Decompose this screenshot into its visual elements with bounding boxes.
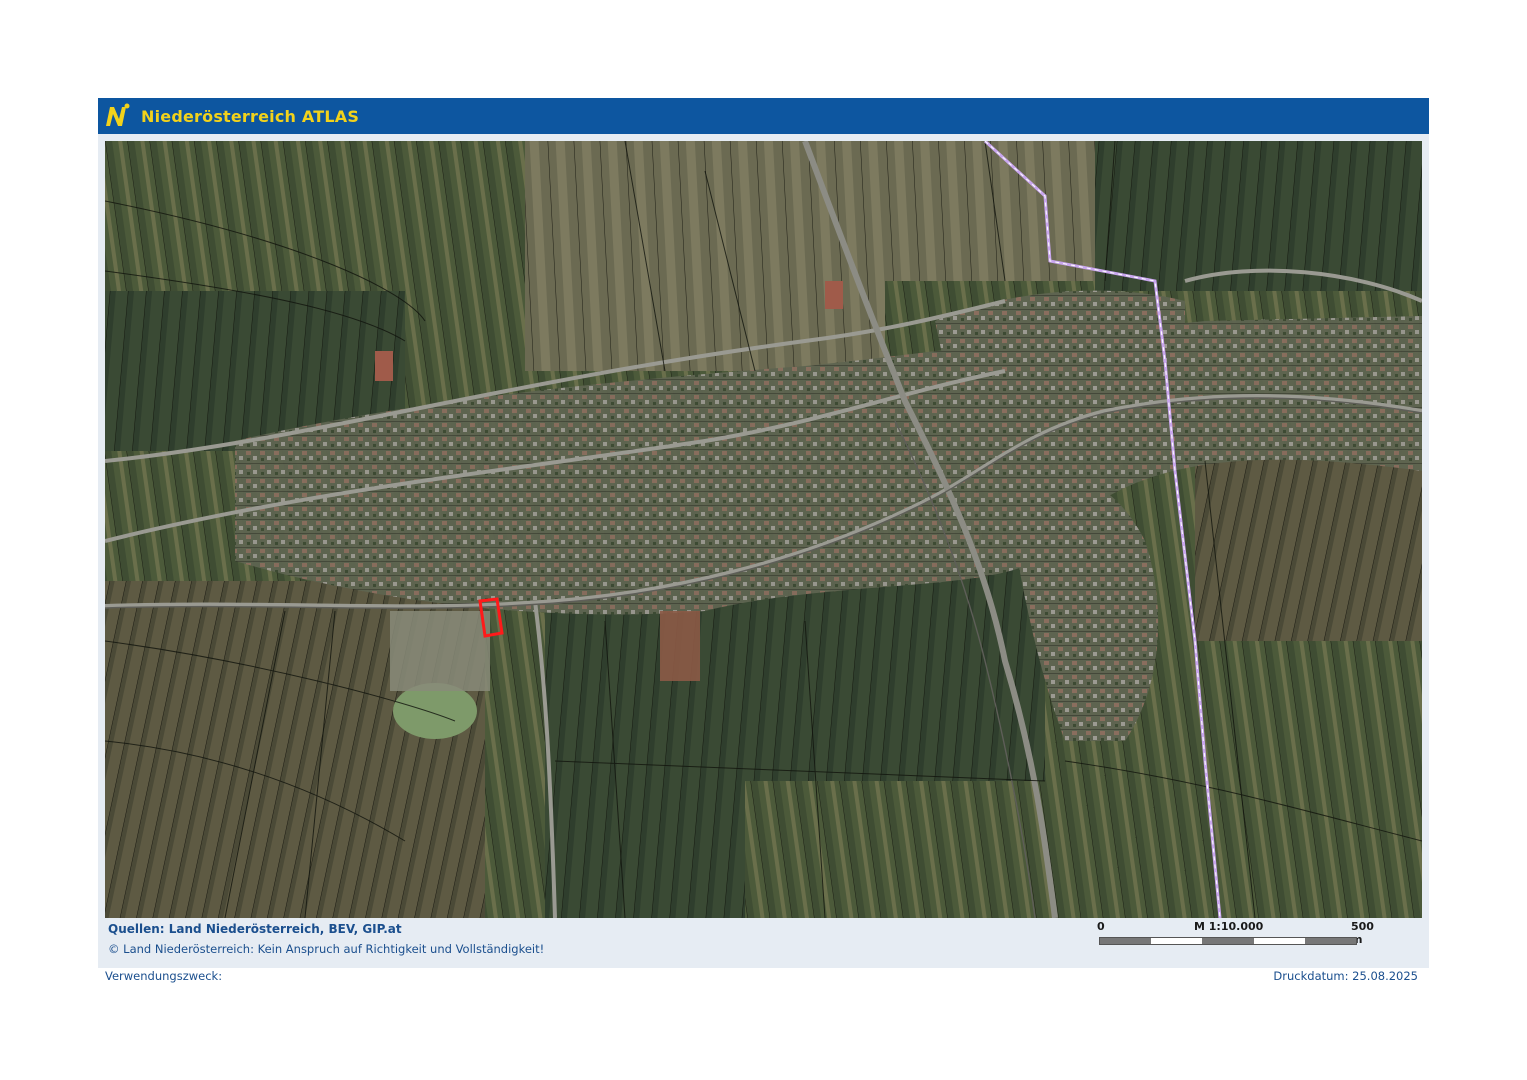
map-copyright: © Land Niederösterreich: Kein Anspruch a… [108, 942, 545, 956]
header-bar: Niederösterreich ATLAS [98, 98, 1429, 134]
map-view[interactable] [105, 141, 1422, 918]
scale-ratio-label: M 1:10.000 [1194, 920, 1264, 933]
purpose-label: Verwendungszweck: [105, 969, 223, 983]
scale-bar: 0 M 1:10.000 500 m [1097, 920, 1374, 950]
scale-track [1099, 937, 1357, 945]
map-sources: Quellen: Land Niederösterreich, BEV, GIP… [108, 922, 402, 936]
noe-logo-icon [106, 103, 130, 126]
scale-start-label: 0 [1097, 920, 1105, 933]
print-date: Druckdatum: 25.08.2025 [1273, 969, 1418, 983]
app-title: Niederösterreich ATLAS [141, 106, 360, 126]
aerial-map [105, 141, 1422, 918]
